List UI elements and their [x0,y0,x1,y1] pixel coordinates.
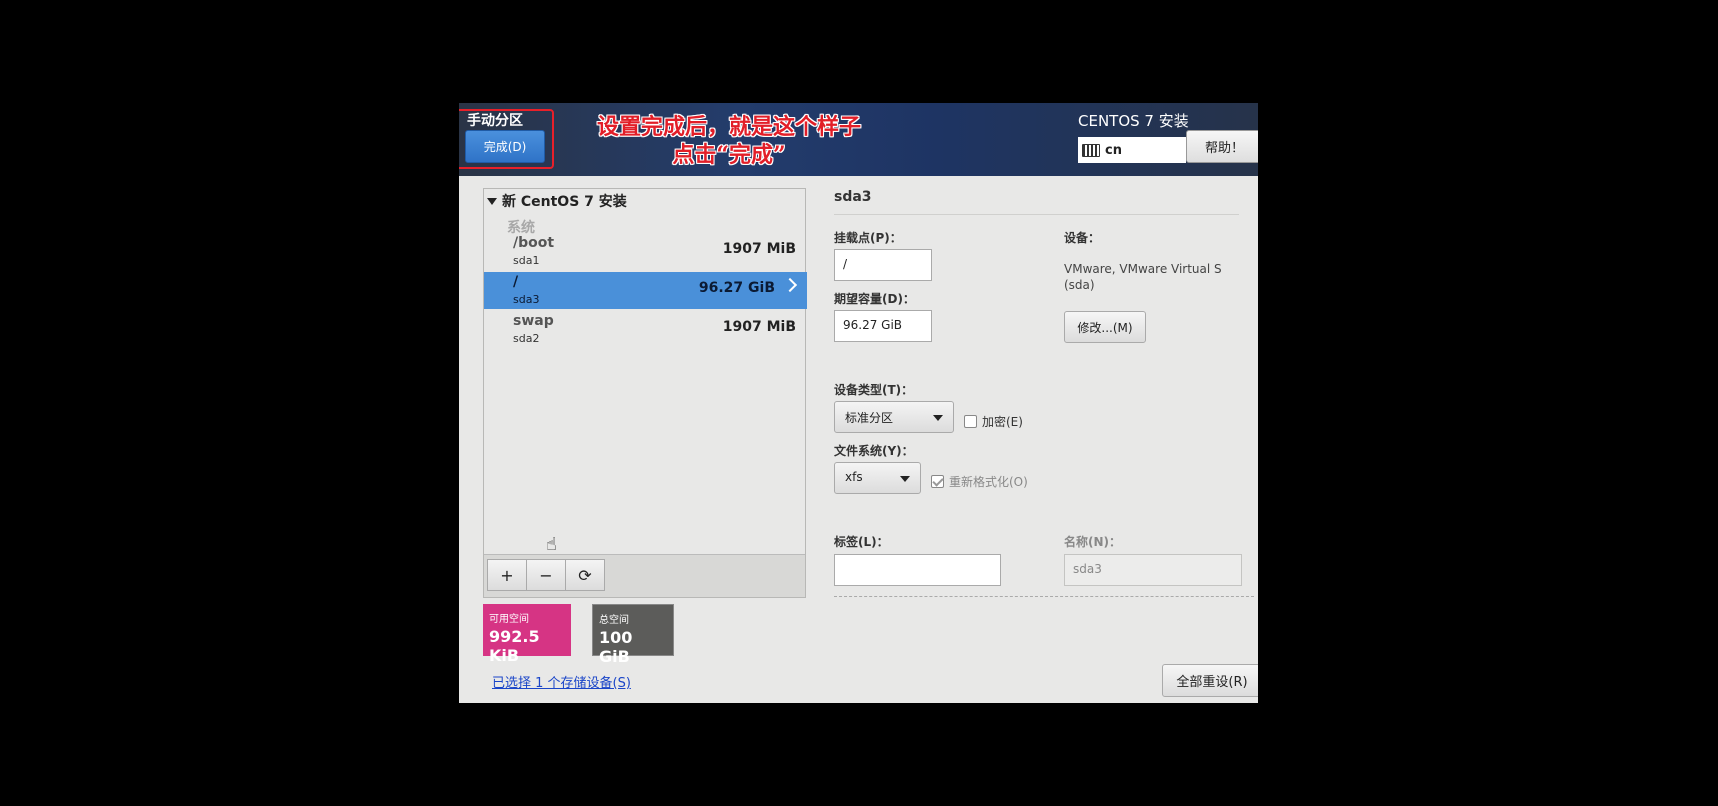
checkbox-icon [964,415,977,428]
device-type-label: 设备类型(T)： [834,383,914,397]
capacity-input[interactable]: 96.27 GiB [834,310,932,342]
partition-size: 96.27 GiB [698,280,775,296]
dashed-divider [834,596,1254,597]
available-space-label: 可用空间 [489,614,529,625]
filesystem-label: 文件系统(Y)： [834,444,914,458]
install-tree-label: 新 CentOS 7 安装 [502,194,627,210]
chevron-right-icon [782,277,798,293]
chevron-down-icon [900,476,910,482]
filesystem-value: xfs [845,470,863,484]
remove-partition-button[interactable]: − [526,559,566,591]
partition-mount: / [513,274,519,290]
name-input[interactable]: sda3 [1064,554,1242,586]
reformat-label: 重新格式化(O) [949,475,1028,489]
encrypt-checkbox[interactable]: 加密(E) [964,413,1023,430]
partition-mount: /boot [513,235,555,251]
device-type-value: 标准分区 [845,411,894,425]
header-bar: 手动分区 完成(D) 设置完成后，就是这个样子 点击“完成” CENTOS 7 … [459,103,1258,176]
device-type-select[interactable]: 标准分区 [834,401,954,433]
reformat-checkbox[interactable]: 重新格式化(O) [931,473,1028,490]
partition-device: sda2 [513,332,540,345]
installer-window: 手动分区 完成(D) 设置完成后，就是这个样子 点击“完成” CENTOS 7 … [459,103,1258,703]
checkmark-icon [931,475,944,488]
partition-device: sda3 [513,293,540,306]
name-label: 名称(N)： [1064,535,1122,549]
partition-device: sda1 [513,254,540,267]
install-tree-root[interactable]: 新 CentOS 7 安装 [487,191,627,211]
partition-size: 1907 MiB [722,319,796,335]
divider [834,214,1239,215]
chevron-down-icon [933,415,943,421]
refresh-icon[interactable]: ⟳ [565,559,605,591]
filesystem-select[interactable]: xfs [834,462,921,494]
expand-triangle-icon [487,197,497,205]
partition-detail-title: sda3 [834,189,872,205]
partition-list-panel: 新 CentOS 7 安装 系统 /boot sda1 1907 MiB / s… [483,188,807,598]
modify-button[interactable]: 修改...(M) [1064,311,1146,343]
partition-mount: swap [513,313,554,329]
mount-point-label: 挂载点(P)： [834,231,902,245]
keyboard-layout-value: cn [1105,142,1122,158]
partition-size: 1907 MiB [722,241,796,257]
capacity-label: 期望容量(D)： [834,292,915,306]
partition-row-root[interactable]: / sda3 96.27 GiB [484,272,807,309]
hand-cursor-icon: ☝ [546,534,557,555]
add-partition-button[interactable]: + [487,559,527,591]
available-space-value: 992.5 KiB [489,627,540,665]
storage-devices-link[interactable]: 已选择 1 个存储设备(S) [492,672,631,691]
annotation-line-1: 设置完成后，就是这个样子 [596,114,861,140]
available-space-box: 可用空间 992.5 KiB [483,604,571,665]
total-space-label: 总空间 [599,615,629,626]
annotation-text: 设置完成后，就是这个样子 点击“完成” [579,113,879,169]
partition-toolbar: + − ⟳ [484,554,805,597]
partition-row-swap[interactable]: swap sda2 1907 MiB [484,311,807,348]
device-description: VMware, VMware Virtual S (sda) [1064,262,1222,292]
mount-point-input[interactable]: / [834,249,932,281]
tag-input[interactable] [834,554,1001,586]
tag-label: 标签(L)： [834,535,889,549]
total-space-box: 总空间 100 GiB [592,604,674,666]
reset-all-button[interactable]: 全部重设(R) [1162,664,1258,697]
annotation-line-2: 点击“完成” [672,142,786,168]
total-space-value: 100 GiB [599,628,633,666]
keyboard-icon [1082,143,1100,157]
help-button[interactable]: 帮助！ [1186,130,1258,163]
device-label: 设备： [1064,231,1101,245]
highlight-box [459,109,554,169]
product-title: CENTOS 7 安装 [1078,112,1189,130]
keyboard-layout-indicator[interactable]: cn [1078,137,1186,163]
encrypt-label: 加密(E) [982,415,1023,429]
partition-row-boot[interactable]: /boot sda1 1907 MiB [484,233,807,270]
